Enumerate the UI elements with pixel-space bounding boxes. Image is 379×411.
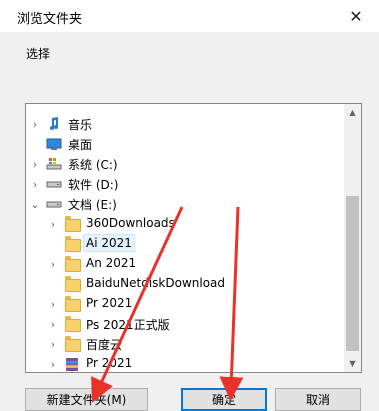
chevron-right-icon[interactable]: › [30,157,40,171]
tree-item[interactable]: › 系统 (C:) [26,154,344,174]
tree-item-label: 音乐 [68,118,93,132]
tree-item[interactable]: › 软件 (D:) [26,174,344,194]
tree-item-label: BaiduNetdiskDownload [86,276,226,290]
drive-icon [46,196,62,212]
tree-item[interactable]: › 音乐 [26,114,344,134]
chevron-right-icon[interactable]: › [48,357,58,371]
folder-icon [64,216,81,232]
chevron-right-icon[interactable]: › [48,337,58,351]
tree-item[interactable]: › Pr 2021 [26,354,344,372]
chevron-right-icon[interactable]: › [30,117,40,131]
desktop-icon [46,136,62,152]
cancel-button[interactable]: 取消 [275,388,361,411]
chevron-right-icon [48,237,58,251]
scroll-down-icon[interactable]: ▼ [344,355,361,372]
tree-item[interactable]: BaiduNetdiskDownload [26,274,344,294]
folder-icon [64,276,81,292]
folder-icon [64,256,81,272]
drive-icon [46,176,62,192]
scrollbar-thumb[interactable] [346,196,359,351]
folder-icon [64,296,81,312]
folder-tree[interactable]: ▲ ▼ › 音乐桌面 › 系统 (C:) › 软件 (D:) ⌄ 文档 (E:) › 360Dow… [25,103,362,373]
tree-item[interactable]: Ai 2021 [26,234,344,254]
tree-item-label: Pr 2021 [86,356,133,370]
tree-item[interactable]: › Pr 2021 [26,294,344,314]
system-drive-icon [46,156,62,172]
chevron-right-icon[interactable]: › [30,177,40,191]
tree-item[interactable]: › 百度云 [26,334,344,354]
chevron-right-icon[interactable]: › [48,217,58,231]
tree-item[interactable]: › Ps 2021正式版 [26,314,344,334]
tree-item-label: 软件 (D:) [68,178,119,192]
folder-icon [64,236,81,252]
chevron-right-icon [30,137,40,151]
tree-item-label: 百度云 [86,338,123,352]
chevron-right-icon [48,277,58,291]
folder-icon [64,316,81,332]
tree-item[interactable]: ⌄ 文档 (E:) [26,194,344,214]
ok-button[interactable]: 确定 [181,388,267,411]
chevron-right-icon[interactable]: › [48,257,58,271]
tree-item-label: An 2021 [86,256,137,270]
tree-item[interactable]: › An 2021 [26,254,344,274]
tree-item-label: 文档 (E:) [68,198,117,212]
music-icon [46,116,62,132]
tree-item[interactable]: 桌面 [26,134,344,154]
chevron-right-icon[interactable]: › [48,317,58,331]
tree-item-label: 系统 (C:) [68,158,118,172]
scroll-up-icon[interactable]: ▲ [344,104,361,121]
tree-item-label: 360Downloads [86,216,175,230]
vertical-scrollbar[interactable]: ▲ ▼ [344,104,361,372]
chevron-right-icon[interactable]: › [48,297,58,311]
tree-item-label: Ai 2021 [83,234,135,252]
tree-item-label: 桌面 [68,138,93,152]
prompt-text: 选择 [26,47,51,61]
folder-icon [64,336,81,352]
tree-item-label: Ps 2021正式版 [86,318,170,332]
new-folder-button[interactable]: 新建文件夹(M) [25,388,148,411]
tree-item[interactable]: › 360Downloads [26,214,344,234]
window-title: 浏览文件夹 [17,12,83,27]
close-button[interactable]: ✕ [333,0,379,32]
chevron-down-icon[interactable]: ⌄ [30,197,40,211]
archive-icon [64,356,80,372]
tree-item-label: Pr 2021 [86,296,133,310]
title-bar: 浏览文件夹 ✕ [0,0,379,32]
